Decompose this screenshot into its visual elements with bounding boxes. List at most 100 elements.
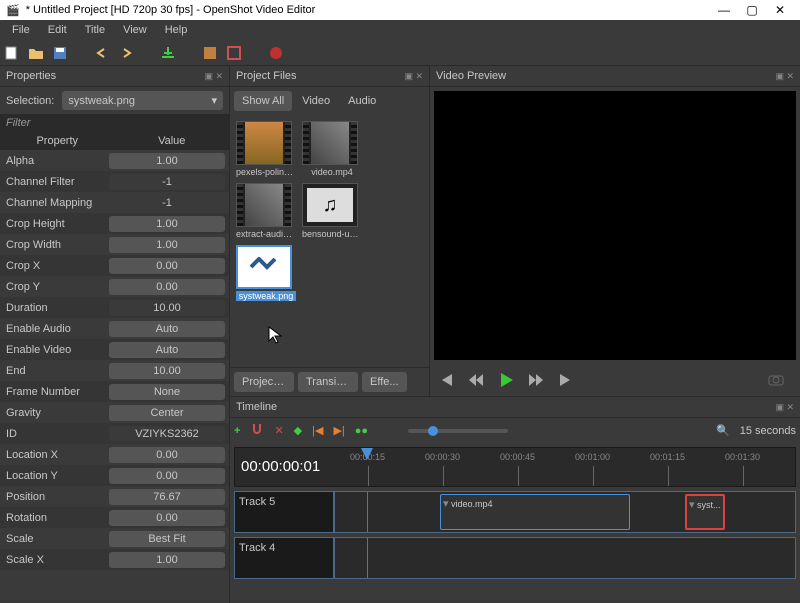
tab-video[interactable]: Video [294, 91, 338, 111]
timeline-clip[interactable]: ▾ video.mp4 [440, 494, 630, 530]
property-value[interactable]: 0.00 [109, 510, 225, 526]
property-value[interactable]: 1.00 [109, 216, 225, 232]
property-value[interactable]: Auto [109, 342, 225, 358]
zoom-slider[interactable] [408, 429, 508, 433]
menu-help[interactable]: Help [157, 22, 196, 38]
file-label: bensound-ukul... [302, 229, 362, 239]
timeline-ruler[interactable]: 00:00:00:01 00:00:1500:00:3000:00:4500:0… [234, 447, 796, 487]
menu-edit[interactable]: Edit [40, 22, 75, 38]
video-preview-title: Video Preview [436, 70, 506, 82]
property-value[interactable]: 10.00 [109, 363, 225, 379]
profile-icon[interactable] [202, 45, 218, 61]
file-item[interactable]: ♫bensound-ukul... [302, 183, 362, 239]
panel-controls-icon[interactable]: ▣ ✕ [204, 71, 223, 82]
video-preview-area[interactable] [434, 91, 796, 360]
tab-audio[interactable]: Audio [340, 91, 384, 111]
panel-controls-icon[interactable]: ▣ ✕ [404, 71, 423, 82]
selection-dropdown[interactable]: systweak.png ▾ [62, 91, 223, 110]
property-value[interactable]: -1 [109, 174, 225, 190]
add-track-icon[interactable]: + [234, 425, 240, 437]
jump-start-icon[interactable] [438, 373, 454, 387]
property-value[interactable]: 0.00 [109, 447, 225, 463]
import-files-icon[interactable] [160, 45, 176, 61]
fullscreen-icon[interactable] [226, 45, 242, 61]
camera-icon[interactable] [768, 373, 784, 387]
next-marker-icon[interactable]: ▶| [333, 424, 344, 437]
property-name: Gravity [0, 407, 105, 419]
panel-controls-icon[interactable]: ▣ ✕ [775, 402, 794, 413]
snap-icon[interactable] [250, 422, 264, 439]
panel-controls-icon[interactable]: ▣ ✕ [775, 71, 794, 82]
close-button[interactable]: ✕ [766, 3, 794, 17]
timeline-header: Timeline ▣ ✕ [230, 397, 800, 418]
property-row: Enable VideoAuto [0, 339, 229, 360]
property-row: Crop X0.00 [0, 255, 229, 276]
timeline-toolbar: + ✕ ◆ |◀ ▶| ●● 🔍 15 seconds [230, 418, 800, 443]
property-value[interactable]: -1 [109, 195, 225, 211]
app-icon: 🎬 [6, 4, 20, 17]
tab-show-all[interactable]: Show All [234, 91, 292, 111]
razor-icon[interactable]: ✕ [274, 424, 283, 437]
play-icon[interactable] [498, 372, 514, 388]
property-name: Duration [0, 302, 105, 314]
property-value[interactable]: 1.00 [109, 153, 225, 169]
export-icon[interactable] [268, 45, 284, 61]
jump-end-icon[interactable] [558, 373, 574, 387]
track-label[interactable]: Track 4 [234, 537, 334, 579]
minimize-button[interactable]: — [710, 3, 738, 17]
ruler-tick: 00:00:45 [500, 452, 535, 462]
ruler-tick: 00:00:30 [425, 452, 460, 462]
property-row: Scale X1.00 [0, 549, 229, 570]
menu-view[interactable]: View [115, 22, 155, 38]
prev-marker-icon[interactable]: |◀ [312, 424, 323, 437]
new-project-icon[interactable] [4, 45, 20, 61]
track-content[interactable] [334, 537, 796, 579]
property-value[interactable]: Auto [109, 321, 225, 337]
property-value[interactable]: 0.00 [109, 258, 225, 274]
maximize-button[interactable]: ▢ [738, 3, 766, 17]
property-value[interactable]: Center [109, 405, 225, 421]
property-row: Enable AudioAuto [0, 318, 229, 339]
rewind-icon[interactable] [468, 373, 484, 387]
property-name: Scale [0, 533, 105, 545]
zoom-icon[interactable]: 🔍 [716, 424, 730, 437]
window-title: * Untitled Project [HD 720p 30 fps] - Op… [26, 4, 710, 16]
save-project-icon[interactable] [52, 45, 68, 61]
ruler-tick: 00:01:00 [575, 452, 610, 462]
property-value[interactable]: 0.00 [109, 279, 225, 295]
track-label[interactable]: Track 5 [234, 491, 334, 533]
tab-transitions[interactable]: Transiti... [298, 372, 358, 392]
undo-icon[interactable] [94, 45, 110, 61]
redo-icon[interactable] [118, 45, 134, 61]
track-content[interactable]: ▾ video.mp4 ▾ syst... [334, 491, 796, 533]
property-row: Channel Filter-1 [0, 171, 229, 192]
tab-project-files[interactable]: Project Fi... [234, 372, 294, 392]
property-value[interactable]: VZIYKS2362 [109, 426, 225, 442]
menu-file[interactable]: File [4, 22, 38, 38]
property-value[interactable]: Best Fit [109, 531, 225, 547]
file-item[interactable]: systweak.png [236, 245, 296, 301]
property-name: Location X [0, 449, 105, 461]
marker-icon[interactable]: ◆ [294, 424, 302, 437]
property-name: ID [0, 428, 105, 440]
timeline-clip[interactable]: ▾ syst... [685, 494, 725, 530]
file-item[interactable]: extract-audio-w... [236, 183, 296, 239]
property-value[interactable]: 1.00 [109, 237, 225, 253]
fast-forward-icon[interactable] [528, 373, 544, 387]
filter-input[interactable]: Filter [0, 114, 229, 132]
menu-title[interactable]: Title [77, 22, 113, 38]
property-value[interactable]: 10.00 [109, 300, 225, 316]
property-value[interactable]: 76.67 [109, 489, 225, 505]
property-name: Location Y [0, 470, 105, 482]
property-value[interactable]: 1.00 [109, 552, 225, 568]
center-playhead-icon[interactable]: ●● [355, 425, 368, 437]
open-project-icon[interactable] [28, 45, 44, 61]
property-name: Crop Y [0, 281, 105, 293]
property-value[interactable]: None [109, 384, 225, 400]
property-list: Alpha1.00Channel Filter-1Channel Mapping… [0, 150, 229, 603]
file-item[interactable]: pexels-polina-ta... [236, 121, 296, 177]
property-row: Scale Best Fit [0, 528, 229, 549]
file-item[interactable]: video.mp4 [302, 121, 362, 177]
property-value[interactable]: 0.00 [109, 468, 225, 484]
tab-effects[interactable]: Effe... [362, 372, 407, 392]
